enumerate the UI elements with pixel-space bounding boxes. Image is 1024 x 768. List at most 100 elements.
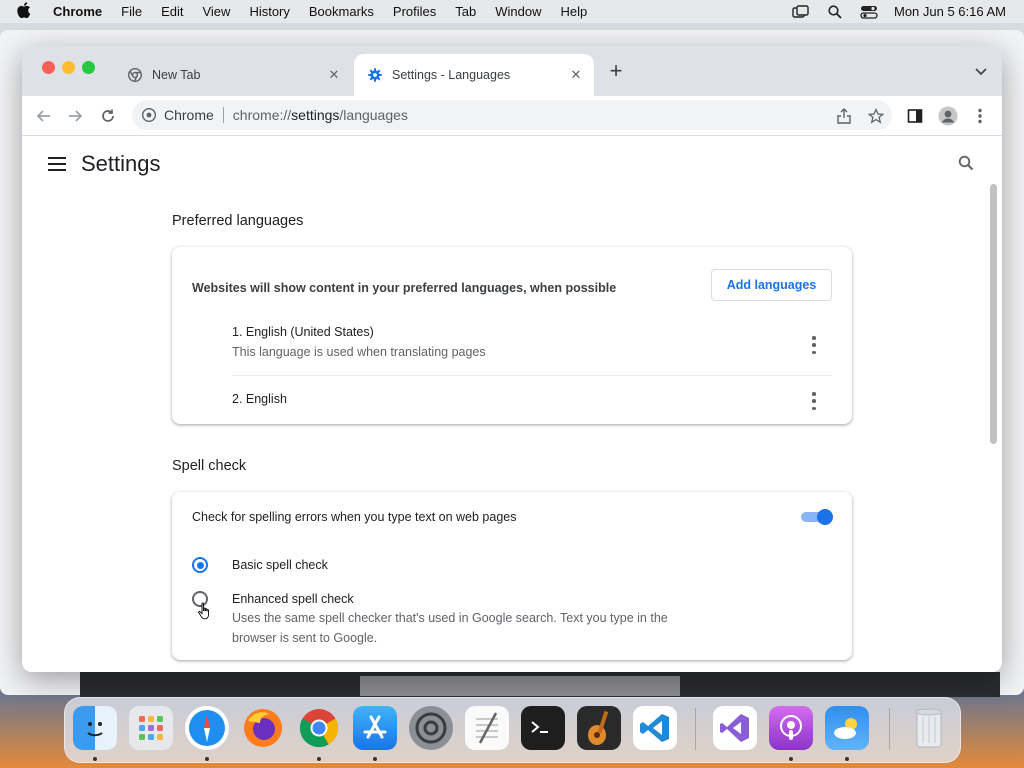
settings-page: Settings Preferred languages Websites wi… <box>22 136 1002 672</box>
toggle-knob <box>817 509 833 525</box>
section-heading-spell-check: Spell check <box>172 458 247 474</box>
tab-title: New Tab <box>152 68 201 82</box>
running-indicator <box>373 757 377 761</box>
tab-new-tab[interactable]: New Tab ✕ <box>114 54 352 96</box>
textedit-icon[interactable] <box>465 706 509 750</box>
hamburger-menu-icon[interactable] <box>48 157 66 171</box>
menu-help[interactable]: Help <box>561 4 588 19</box>
dock-separator <box>695 708 696 750</box>
more-vert-icon[interactable] <box>810 336 818 354</box>
language-name: 1. English (United States) <box>232 325 374 339</box>
new-tab-plus-icon[interactable]: + <box>606 60 626 82</box>
language-name: 2. English <box>232 392 287 406</box>
podcasts-icon[interactable] <box>769 706 813 750</box>
tab-title: Settings - Languages <box>392 68 511 82</box>
divider <box>232 375 832 376</box>
system-preferences-icon[interactable] <box>409 706 453 750</box>
search-icon[interactable] <box>958 155 976 173</box>
running-indicator <box>205 757 209 761</box>
visual-studio-icon[interactable] <box>713 706 757 750</box>
more-menu-icon[interactable] <box>970 106 990 126</box>
language-row-2: 2. English <box>232 392 832 406</box>
launchpad-icon[interactable] <box>129 706 173 750</box>
spotlight-search-icon[interactable] <box>826 4 844 19</box>
dock-separator <box>889 708 890 750</box>
spell-check-toggle[interactable] <box>801 509 833 525</box>
dock <box>64 697 961 763</box>
app-store-icon[interactable] <box>353 706 397 750</box>
apple-icon[interactable] <box>17 1 39 22</box>
url-scheme: chrome:// <box>232 107 292 123</box>
menu-window[interactable]: Window <box>495 4 541 19</box>
garageband-icon[interactable] <box>577 706 621 750</box>
menu-tab[interactable]: Tab <box>455 4 476 19</box>
menu-file[interactable]: File <box>121 4 142 19</box>
side-panel-icon[interactable] <box>905 106 925 126</box>
url-host: settings <box>291 107 340 123</box>
close-icon[interactable]: ✕ <box>326 67 342 83</box>
finder-icon[interactable] <box>73 706 117 750</box>
tab-strip: New Tab ✕ Settings - Languages ✕ + <box>22 46 1002 96</box>
languages-description: Websites will show content in your prefe… <box>192 281 617 295</box>
hand-cursor-icon <box>198 602 212 620</box>
menu-profiles[interactable]: Profiles <box>393 4 436 19</box>
trash-icon[interactable] <box>907 706 951 750</box>
address-bar[interactable]: Chrome chrome://settings/languages <box>132 100 892 130</box>
window-close-button[interactable] <box>42 61 55 74</box>
weather-icon[interactable] <box>825 706 869 750</box>
scrollbar-thumb[interactable] <box>990 184 997 444</box>
running-indicator <box>845 757 849 761</box>
basic-spell-check-label[interactable]: Basic spell check <box>232 558 328 572</box>
language-row-1: 1. English (United States) This language… <box>232 325 832 359</box>
window-maximize-button[interactable] <box>82 61 95 74</box>
chrome-window: New Tab ✕ Settings - Languages ✕ + Chrom… <box>22 46 1002 672</box>
bookmark-star-icon[interactable] <box>866 106 886 126</box>
screen-mirroring-icon[interactable] <box>792 4 810 19</box>
vscode-icon[interactable] <box>633 706 677 750</box>
running-indicator <box>93 757 97 761</box>
page-title: Settings <box>81 151 161 176</box>
chevron-down-icon[interactable] <box>974 64 988 78</box>
menu-view[interactable]: View <box>202 4 230 19</box>
settings-header: Settings <box>22 136 1002 191</box>
menu-bar: Chrome File Edit View History Bookmarks … <box>0 0 1024 23</box>
add-languages-button[interactable]: Add languages <box>711 269 832 301</box>
running-indicator <box>789 757 793 761</box>
chrome-icon[interactable] <box>297 706 341 750</box>
safari-icon[interactable] <box>185 706 229 750</box>
running-indicator <box>317 757 321 761</box>
firefox-icon[interactable] <box>241 706 285 750</box>
menu-bookmarks[interactable]: Bookmarks <box>309 4 374 19</box>
enhanced-spell-check-description: Uses the same spell checker that's used … <box>232 611 668 645</box>
back-arrow-icon[interactable] <box>34 106 54 126</box>
reload-icon[interactable] <box>98 106 118 126</box>
language-note: This language is used when translating p… <box>232 345 486 359</box>
site-chip-label: Chrome <box>164 107 214 123</box>
preferred-languages-card: Websites will show content in your prefe… <box>172 247 852 424</box>
omnibox-divider <box>222 107 224 123</box>
menu-history[interactable]: History <box>249 4 289 19</box>
close-icon[interactable]: ✕ <box>568 67 584 83</box>
forward-arrow-icon[interactable] <box>65 106 85 126</box>
window-minimize-button[interactable] <box>62 61 75 74</box>
gear-icon <box>368 68 382 82</box>
background-window-widget <box>360 676 680 696</box>
browser-toolbar: Chrome chrome://settings/languages <box>22 96 1002 136</box>
control-center-icon[interactable] <box>860 5 878 19</box>
menu-edit[interactable]: Edit <box>161 4 183 19</box>
enhanced-spell-check-label[interactable]: Enhanced spell check <box>232 592 354 606</box>
spell-check-card: Check for spelling errors when you type … <box>172 492 852 660</box>
chrome-icon <box>142 108 156 122</box>
more-vert-icon[interactable] <box>810 392 818 410</box>
chrome-icon <box>128 68 142 82</box>
section-heading-preferred-languages: Preferred languages <box>172 213 304 229</box>
profile-avatar-icon[interactable] <box>938 106 958 126</box>
tab-settings-languages[interactable]: Settings - Languages ✕ <box>354 54 594 96</box>
terminal-icon[interactable] <box>521 706 565 750</box>
menu-app-name[interactable]: Chrome <box>53 4 102 19</box>
spell-check-toggle-label: Check for spelling errors when you type … <box>192 510 517 524</box>
basic-spell-check-radio[interactable] <box>192 557 208 573</box>
url-path: /languages <box>339 107 408 123</box>
share-icon[interactable] <box>834 106 854 126</box>
menubar-clock[interactable]: Mon Jun 5 6:16 AM <box>894 4 1006 19</box>
